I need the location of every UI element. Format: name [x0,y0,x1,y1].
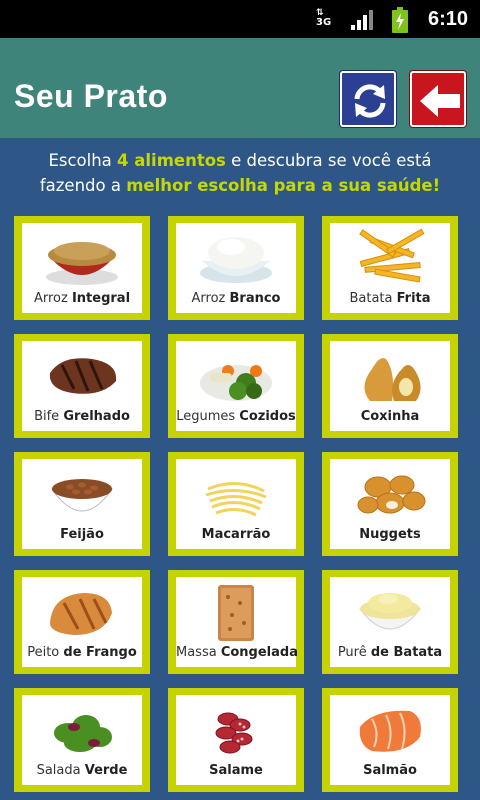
food-label: Arroz Branco [191,291,281,306]
food-label: Arroz Integral [33,291,131,306]
food-label: Nuggets [359,527,421,542]
food-card-macarrao[interactable]: Macarrão [168,452,304,556]
food-card-nuggets[interactable]: Nuggets [322,452,458,556]
food-label: Peito de Frango [27,645,137,660]
food-card-feijao[interactable]: Feijão [14,452,150,556]
food-label: Legumes Cozidos [176,409,296,424]
mashed-potato-image [358,593,422,630]
food-label: Bife Grelhado [34,409,130,424]
food-label: Purê de Batata [337,645,443,660]
coxinha-image [364,358,421,401]
food-card-arroz-integral[interactable]: Arroz Integral [14,216,150,320]
nuggets-image [357,475,426,514]
french-fries-image [359,228,425,283]
food-label: Coxinha [360,409,420,424]
food-card-salmao[interactable]: Salmão [322,688,458,792]
food-card-legumes-cozidos[interactable]: Legumes Cozidos [168,334,304,438]
food-label: Massa Congelada [176,645,298,660]
chicken-breast-image [50,593,112,635]
frozen-lasagna-image [218,585,254,641]
food-card-pure-de-batata[interactable]: Purê de Batata [322,570,458,674]
food-card-arroz-branco[interactable]: Arroz Branco [168,216,304,320]
food-card-massa-congelada[interactable]: Massa Congelada [168,570,304,674]
food-label: Batata Frita [349,291,431,306]
grilled-steak-image [49,358,117,394]
brown-rice-image [46,242,118,285]
food-label: Salada Verde [36,763,128,778]
food-label: Salame [209,763,263,778]
salami-image [215,712,253,754]
food-card-batata-frita[interactable]: Batata Frita [322,216,458,320]
cooked-vegetables-image [200,365,272,401]
pasta-image [205,482,267,517]
food-card-peito-de-frango[interactable]: Peito de Frango [14,570,150,674]
food-grid: Arroz Integral Arroz Branco Batata Frita… [0,0,480,800]
food-card-salada-verde[interactable]: Salada Verde [14,688,150,792]
food-label: Macarrão [201,527,271,542]
food-card-coxinha[interactable]: Coxinha [322,334,458,438]
food-card-bife-grelhado[interactable]: Bife Grelhado [14,334,150,438]
beans-image [51,479,113,512]
salmon-image [359,710,421,752]
green-salad-image [54,715,112,752]
food-card-salame[interactable]: Salame [168,688,304,792]
food-label: Feijão [60,527,104,542]
white-rice-image [200,237,272,283]
food-label: Salmão [363,763,417,778]
